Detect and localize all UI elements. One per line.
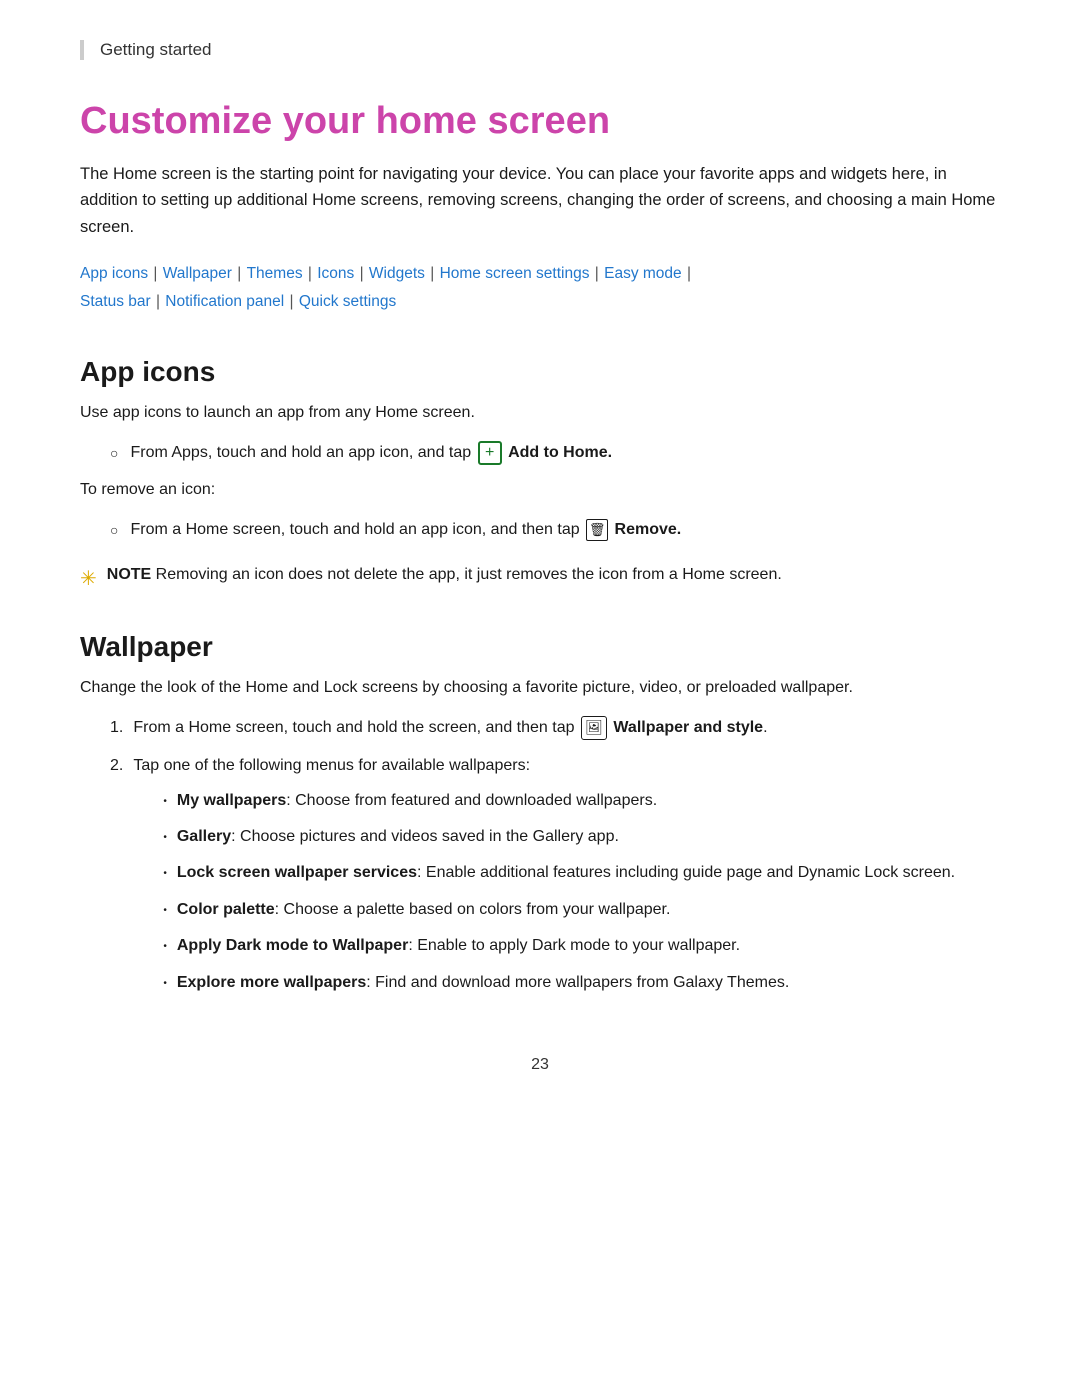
nav-link-icons[interactable]: Icons	[317, 265, 354, 282]
step-2-number: 2.	[110, 753, 123, 779]
sub-bullet-dark-mode: • Apply Dark mode to Wallpaper: Enable t…	[163, 933, 1000, 959]
step-1-label: Wallpaper and style	[613, 719, 763, 736]
sub-bullet-content-3: Lock screen wallpaper services: Enable a…	[177, 860, 1000, 886]
sub-bullet-gallery: • Gallery: Choose pictures and videos sa…	[163, 824, 1000, 850]
intro-paragraph: The Home screen is the starting point fo…	[80, 161, 1000, 240]
sub-bullet-content-6: Explore more wallpapers: Find and downlo…	[177, 970, 1000, 996]
page-number: 23	[80, 1056, 1000, 1074]
sub-bullet-dot-5: •	[163, 939, 167, 956]
remove-icon-bullet: ○ From a Home screen, touch and hold an …	[110, 517, 1000, 543]
note-box: ✳ NOTE Removing an icon does not delete …	[80, 562, 1000, 595]
nav-link-wallpaper[interactable]: Wallpaper	[163, 265, 232, 282]
bullet-circle-remove: ○	[110, 519, 118, 542]
remove-instruction-text: From a Home screen, touch and hold an ap…	[130, 517, 1000, 543]
sub-bullet-list: • My wallpapers: Choose from featured an…	[163, 788, 1000, 996]
sub-bullet-dot-6: •	[163, 976, 167, 993]
sub-bullet-dot-1: •	[163, 794, 167, 811]
sub-bullet-lock-screen: • Lock screen wallpaper services: Enable…	[163, 860, 1000, 886]
nav-sep-9: |	[285, 293, 298, 310]
nav-link-home-screen-settings[interactable]: Home screen settings	[440, 265, 590, 282]
bullet-circle-add: ○	[110, 442, 118, 465]
nav-sep-7: |	[683, 265, 691, 282]
step-1-number: 1.	[110, 715, 123, 741]
step-2: 2. Tap one of the following menus for av…	[110, 753, 1000, 1006]
step-1: 1. From a Home screen, touch and hold th…	[110, 715, 1000, 741]
sub-bullet-explore-wallpapers: • Explore more wallpapers: Find and down…	[163, 970, 1000, 996]
nav-sep-8: |	[152, 293, 165, 310]
add-home-icon: +	[478, 441, 502, 465]
sub-bullet-content-4: Color palette: Choose a palette based on…	[177, 897, 1000, 923]
nav-sep-2: |	[233, 265, 246, 282]
sub-bullet-content-5: Apply Dark mode to Wallpaper: Enable to …	[177, 933, 1000, 959]
add-to-home-bullet: ○ From Apps, touch and hold an app icon,…	[110, 440, 1000, 466]
nav-link-widgets[interactable]: Widgets	[369, 265, 425, 282]
nav-link-app-icons[interactable]: App icons	[80, 265, 148, 282]
trash-icon: 🗑	[586, 519, 608, 541]
sub-bullet-content-1: My wallpapers: Choose from featured and …	[177, 788, 1000, 814]
nav-sep-3: |	[304, 265, 317, 282]
step-2-content: Tap one of the following menus for avail…	[133, 753, 1000, 1006]
nav-sep-6: |	[590, 265, 603, 282]
sub-bullet-dot-4: •	[163, 903, 167, 920]
nav-link-status-bar[interactable]: Status bar	[80, 293, 151, 310]
wallpaper-icon: 🖼	[581, 716, 607, 740]
app-icons-description: Use app icons to launch an app from any …	[80, 400, 1000, 426]
app-icons-title: App icons	[80, 356, 1000, 388]
note-content: NOTE Removing an icon does not delete th…	[107, 562, 1000, 588]
nav-link-notification-panel[interactable]: Notification panel	[165, 293, 284, 310]
remove-intro-text: To remove an icon:	[80, 477, 1000, 503]
page-title: Customize your home screen	[80, 100, 1000, 143]
note-body: Removing an icon does not delete the app…	[156, 566, 782, 583]
wallpaper-section: Wallpaper Change the look of the Home an…	[80, 631, 1000, 1007]
nav-sep-1: |	[149, 265, 162, 282]
sub-bullet-my-wallpapers: • My wallpapers: Choose from featured an…	[163, 788, 1000, 814]
note-sun-icon: ✳	[80, 563, 97, 595]
numbered-list: 1. From a Home screen, touch and hold th…	[110, 715, 1000, 1006]
sub-bullet-dot-3: •	[163, 866, 167, 883]
page-header: Getting started	[80, 40, 1000, 60]
nav-sep-5: |	[426, 265, 439, 282]
nav-link-quick-settings[interactable]: Quick settings	[299, 293, 396, 310]
step-1-content: From a Home screen, touch and hold the s…	[133, 715, 1000, 741]
nav-link-easy-mode[interactable]: Easy mode	[604, 265, 682, 282]
note-label: NOTE	[107, 566, 151, 583]
app-icons-section: App icons Use app icons to launch an app…	[80, 356, 1000, 595]
nav-link-themes[interactable]: Themes	[247, 265, 303, 282]
sub-bullet-content-2: Gallery: Choose pictures and videos save…	[177, 824, 1000, 850]
nav-links-container: App icons | Wallpaper | Themes | Icons |…	[80, 260, 1000, 316]
sub-bullet-dot-2: •	[163, 830, 167, 847]
wallpaper-title: Wallpaper	[80, 631, 1000, 663]
breadcrumb: Getting started	[100, 40, 212, 59]
nav-sep-4: |	[355, 265, 368, 282]
sub-bullet-color-palette: • Color palette: Choose a palette based …	[163, 897, 1000, 923]
wallpaper-description: Change the look of the Home and Lock scr…	[80, 675, 1000, 701]
add-instruction-text: From Apps, touch and hold an app icon, a…	[130, 440, 1000, 466]
